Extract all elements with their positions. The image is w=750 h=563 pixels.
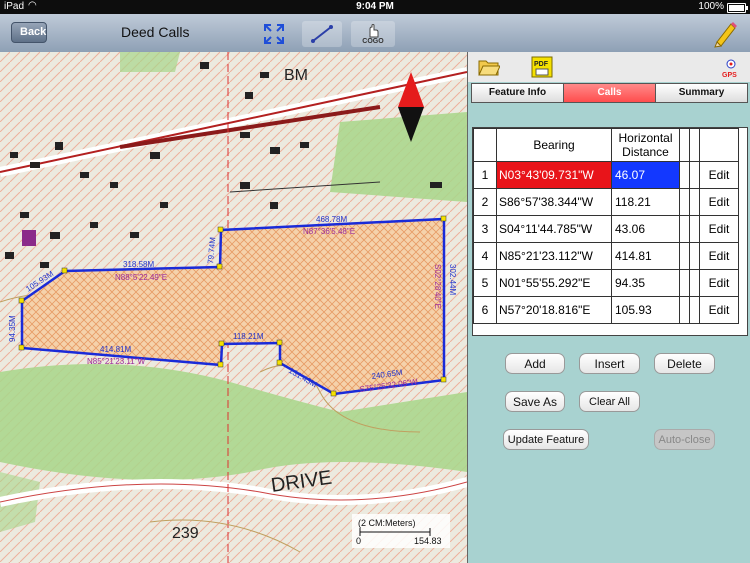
add-button[interactable]: Add xyxy=(505,353,565,374)
map-label: 318.58M xyxy=(123,260,154,269)
edit-button[interactable]: Edit xyxy=(699,215,739,243)
map-label: 94.35M xyxy=(8,315,17,342)
svg-text:PDF: PDF xyxy=(534,61,549,68)
back-button[interactable]: Back xyxy=(11,22,47,43)
panel-tabs: Feature Info Calls Summary xyxy=(471,83,748,103)
bearing-cell[interactable]: S86°57'38.344"W xyxy=(496,188,612,216)
edit-pencil-button[interactable] xyxy=(710,20,740,48)
page-title: Deed Calls xyxy=(121,24,190,40)
distance-cell[interactable]: 94.35 xyxy=(611,269,680,297)
delete-button[interactable]: Delete xyxy=(654,353,715,374)
tab-calls[interactable]: Calls xyxy=(564,84,656,102)
benchmark-label: BM xyxy=(284,67,308,84)
map-label: 302.44M xyxy=(448,264,457,295)
scale-max: 154.83 xyxy=(414,536,442,546)
zoom-extents-button[interactable] xyxy=(258,21,290,47)
bearing-cell[interactable]: N85°21'23.112"W xyxy=(496,242,612,270)
table-row[interactable]: 5 N01°55'55.292"E 94.35 Edit xyxy=(473,269,739,297)
distance-cell[interactable]: 43.06 xyxy=(611,215,680,243)
table-row[interactable]: 1 N03°43'09.731"W 46.07 Edit xyxy=(473,161,739,189)
bearing-cell[interactable]: N03°43'09.731"W xyxy=(496,161,612,189)
table-row[interactable]: 6 N57°20'18.816"E 105.93 Edit xyxy=(473,296,739,324)
hand-pointer-icon xyxy=(369,23,379,37)
map-label: N85°21'23.11"W xyxy=(87,357,146,366)
row-number: 2 xyxy=(473,188,497,216)
column-header-bearing: Bearing xyxy=(496,128,612,162)
bearing-cell[interactable]: N01°55'55.292"E xyxy=(496,269,612,297)
distance-cell[interactable]: 118.21 xyxy=(611,188,680,216)
table-header-row: Bearing Horizontal Distance xyxy=(473,128,739,162)
elevation-label: 239 xyxy=(172,525,199,542)
draw-line-button[interactable] xyxy=(302,21,342,47)
save-as-button[interactable]: Save As xyxy=(505,391,565,412)
edit-button[interactable]: Edit xyxy=(699,269,739,297)
edit-button[interactable]: Edit xyxy=(699,161,739,189)
distance-cell[interactable]: 46.07 xyxy=(611,161,680,189)
insert-button[interactable]: Insert xyxy=(579,353,640,374)
map-view[interactable]: 468.78M N87°36'5.48"E 79.74M 318.58M N88… xyxy=(0,52,467,563)
open-folder-icon[interactable] xyxy=(478,57,501,77)
svg-text:GPS: GPS xyxy=(722,72,737,79)
row-number: 4 xyxy=(473,242,497,270)
distance-cell[interactable]: 414.81 xyxy=(611,242,680,270)
table-row[interactable]: 4 N85°21'23.112"W 414.81 Edit xyxy=(473,242,739,270)
battery-percent: 100% xyxy=(698,1,724,12)
table-row[interactable]: 3 S04°11'44.785"W 43.06 Edit xyxy=(473,215,739,243)
table-row[interactable]: 2 S86°57'38.344"W 118.21 Edit xyxy=(473,188,739,216)
navigation-bar: Back Deed Calls COGO xyxy=(0,14,750,53)
edit-button[interactable]: Edit xyxy=(699,188,739,216)
cogo-label: COGO xyxy=(362,37,384,45)
row-number: 6 xyxy=(473,296,497,324)
row-number: 1 xyxy=(473,161,497,189)
pdf-export-icon[interactable]: PDF xyxy=(530,55,554,79)
scale-min: 0 xyxy=(356,536,361,546)
update-feature-button[interactable]: Update Feature xyxy=(503,429,589,450)
tab-feature-info[interactable]: Feature Info xyxy=(472,84,564,102)
map-label: 414.81M xyxy=(100,345,131,354)
tab-summary[interactable]: Summary xyxy=(656,84,747,102)
bearing-cell[interactable]: S04°11'44.785"W xyxy=(496,215,612,243)
map-label: 468.78M xyxy=(316,215,347,224)
row-number: 5 xyxy=(473,269,497,297)
bearing-cell[interactable]: N57°20'18.816"E xyxy=(496,296,612,324)
map-label: N87°36'5.48"E xyxy=(303,227,355,236)
scale-title: (2 CM:Meters) xyxy=(358,518,416,528)
pencil-icon xyxy=(714,22,737,48)
panel-toolbar: PDF GPS xyxy=(468,52,750,82)
edit-button[interactable]: Edit xyxy=(699,296,739,324)
status-bar: iPad ◠ 9:04 PM 100% xyxy=(0,0,750,14)
auto-close-button[interactable]: Auto-close xyxy=(654,429,715,450)
line-tool-icon xyxy=(311,25,333,43)
expand-icon xyxy=(264,24,284,44)
calls-table[interactable]: Bearing Horizontal Distance 1 N03°43'09.… xyxy=(472,127,748,336)
map-label: 118.21M xyxy=(233,332,264,341)
row-number: 3 xyxy=(473,215,497,243)
cogo-button[interactable]: COGO xyxy=(351,21,395,47)
topo-map: 468.78M N87°36'5.48"E 79.74M 318.58M N88… xyxy=(0,52,467,563)
edit-button[interactable]: Edit xyxy=(699,242,739,270)
map-label: S02°28'40"E xyxy=(433,264,442,309)
clock: 9:04 PM xyxy=(356,1,394,12)
calls-panel: PDF GPS Feature Info Calls Summary Beari… xyxy=(467,52,750,563)
map-label: N88°5'22.49"E xyxy=(115,273,167,282)
battery-icon xyxy=(727,3,748,13)
gps-icon[interactable]: GPS xyxy=(720,57,742,79)
clear-all-button[interactable]: Clear All xyxy=(579,391,640,412)
distance-cell[interactable]: 105.93 xyxy=(611,296,680,324)
column-header-distance: Horizontal Distance xyxy=(611,128,680,162)
